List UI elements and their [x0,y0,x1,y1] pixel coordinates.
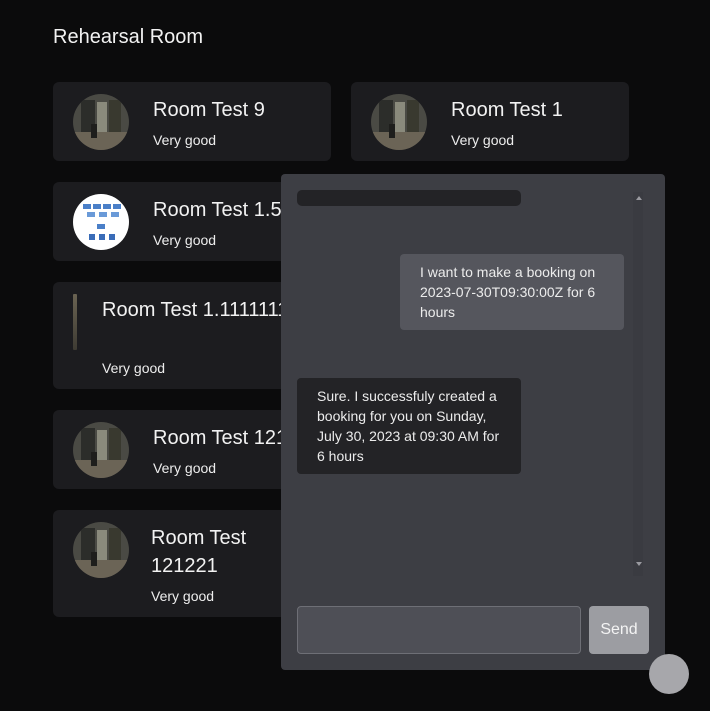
room-rating: Very good [153,132,217,148]
room-thumbnail [73,94,129,150]
room-rating: Very good [153,232,217,248]
page-title: Rehearsal Room [53,26,204,48]
room-card[interactable]: Room Test 9 Very good [53,82,331,161]
room-name: Room Test 121 [153,427,288,449]
bot-message: Sure. I successfuly created a booking fo… [297,378,521,474]
room-name: Room Test 1.55 [153,199,293,221]
chat-scrollbar[interactable] [633,192,643,576]
message-input[interactable] [297,606,581,654]
room-name: Room Test 1 [451,99,563,121]
room-rating: Very good [451,132,515,148]
room-card[interactable]: Room Test 1 Very good [351,82,629,161]
room-thumbnail [73,294,77,350]
room-thumbnail [73,522,129,578]
room-rating: Very good [102,360,166,376]
chat-panel: I want to make a booking on 2023-07-30T0… [281,174,665,670]
scroll-down-arrow-icon[interactable] [636,562,642,566]
room-thumbnail [371,94,427,150]
room-rating: Very good [151,588,215,604]
scroll-up-arrow-icon[interactable] [636,196,642,200]
room-name: Room Test 121221 [151,527,247,577]
room-name: Room Test 9 [153,99,265,121]
send-button[interactable]: Send [589,606,649,654]
chat-toggle-button[interactable] [649,654,689,694]
room-thumbnail [73,194,129,250]
room-rating: Very good [153,460,217,476]
room-thumbnail [73,422,129,478]
user-message: I want to make a booking on 2023-07-30T0… [400,254,624,330]
chat-header-bar [297,190,521,206]
